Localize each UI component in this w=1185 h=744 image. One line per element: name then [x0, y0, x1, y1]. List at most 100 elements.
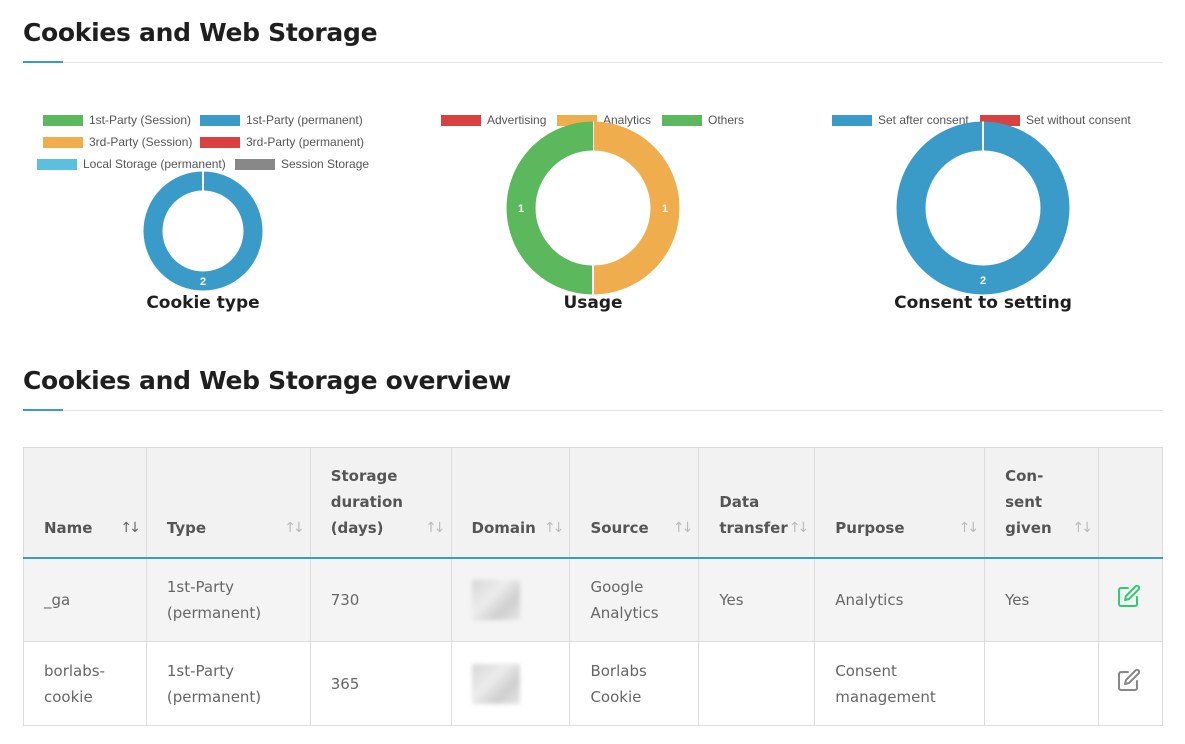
cell-text: Yes [1005, 590, 1030, 609]
cell-source: Borlabs Cookie [569, 641, 700, 726]
section-title-cookies: Cookies and Web Storage [23, 18, 378, 47]
chart-caption-consent: Consent to setting [894, 293, 1072, 313]
header-label: Data [719, 492, 760, 511]
cell-purpose: Consent management [814, 641, 986, 726]
donut-slice [592, 121, 680, 295]
legend-item[interactable]: 1st-Party (permanent) [200, 113, 363, 127]
donut-slice [506, 121, 594, 295]
cell-duration: 730 [309, 557, 452, 642]
legend-swatch [557, 114, 597, 126]
cell-text: 365 [330, 674, 360, 693]
table-row: borlabs- cookie 1st-Party (permanent) 36… [23, 641, 1164, 726]
sort-icon[interactable]: ↑↓ [544, 515, 565, 541]
legend-item[interactable]: Analytics [557, 113, 651, 127]
legend-swatch [441, 114, 481, 126]
cell-actions [1097, 557, 1164, 642]
cell-text: (permanent) [166, 687, 262, 706]
cell-text: _ga [44, 590, 71, 609]
cell-text: 1st-Party [166, 661, 235, 680]
cell-domain [450, 557, 571, 642]
legend-item[interactable]: 3rd-Party (permanent) [200, 135, 364, 149]
header-label: Con- [1005, 466, 1044, 485]
sort-icon[interactable]: ↑↓ [789, 515, 810, 541]
cell-text: Google [590, 577, 644, 596]
sort-icon[interactable]: ↑↓ [1072, 515, 1093, 541]
section-divider [23, 62, 1163, 63]
column-header-name[interactable]: Name ↑↓ [23, 447, 147, 559]
slice-value-label: 1 [518, 203, 524, 215]
legend-swatch [832, 114, 872, 126]
cookies-table: Name ↑↓ Type ↑↓ Storage duration (days) … [23, 447, 1164, 726]
header-label: (days) [330, 518, 384, 537]
cell-text: Analytics [590, 603, 659, 622]
slice-value-label: 2 [980, 275, 986, 287]
legend-label: Set without consent [1026, 113, 1131, 127]
legend-item[interactable]: Advertising [441, 113, 546, 127]
legend-swatch [43, 114, 83, 126]
cell-name: borlabs- cookie [23, 641, 147, 726]
slice-value-label: 2 [200, 276, 206, 288]
legend-swatch [200, 114, 240, 126]
legend-swatch [235, 158, 275, 170]
legend-item[interactable]: 3rd-Party (Session) [43, 135, 192, 149]
cell-text: cookie [44, 687, 93, 706]
cell-text: Consent [835, 661, 897, 680]
column-header-type[interactable]: Type ↑↓ [145, 447, 311, 559]
cell-text: Yes [719, 590, 744, 609]
section-title-overview: Cookies and Web Storage overview [23, 366, 511, 395]
cell-source: Google Analytics [569, 557, 700, 642]
column-header-domain[interactable]: Domain ↑↓ [450, 447, 571, 559]
cell-text: 730 [330, 590, 360, 609]
cell-data-transfer [698, 641, 816, 726]
cell-type: 1st-Party (permanent) [145, 557, 311, 642]
sort-icon[interactable]: ↑↓ [959, 515, 980, 541]
legend-label: 1st-Party (Session) [89, 113, 192, 127]
table-header-row: Name ↑↓ Type ↑↓ Storage duration (days) … [23, 447, 1164, 559]
legend-swatch [980, 114, 1020, 126]
column-header-source[interactable]: Source ↑↓ [569, 447, 700, 559]
cell-text: Borlabs [590, 661, 647, 680]
section-divider-accent [23, 61, 63, 63]
legend-swatch [200, 136, 240, 148]
slice-value-label: 1 [662, 203, 668, 215]
cell-text: Cookie [590, 687, 642, 706]
edit-icon[interactable] [1117, 668, 1141, 692]
redacted-domain [471, 663, 520, 704]
cell-duration: 365 [309, 641, 452, 726]
header-label: sent [1005, 492, 1043, 511]
column-header-storage-duration[interactable]: Storage duration (days) ↑↓ [309, 447, 452, 559]
chart-caption-cookie-type: Cookie type [146, 293, 260, 313]
redacted-domain [471, 579, 520, 620]
header-label: Type [166, 518, 207, 537]
edit-icon[interactable] [1117, 584, 1141, 608]
cell-text: Analytics [835, 590, 904, 609]
legend-label: Advertising [487, 113, 547, 127]
donut-slice [143, 171, 263, 291]
column-header-purpose[interactable]: Purpose ↑↓ [814, 447, 986, 559]
header-label: Name [44, 518, 93, 537]
legend-item[interactable]: 1st-Party (Session) [43, 113, 191, 127]
legend-swatch [37, 158, 77, 170]
legend-item[interactable]: Session Storage [235, 157, 369, 171]
cell-name: _ga [23, 557, 147, 642]
header-label: Source [590, 518, 649, 537]
legend-label: Analytics [603, 113, 652, 127]
cell-consent-given [984, 641, 1099, 726]
legend-item[interactable]: Set after consent [832, 113, 969, 127]
legend-item[interactable]: Set without consent [980, 113, 1131, 127]
cell-text: 1st-Party [166, 577, 235, 596]
header-label: Domain [471, 518, 536, 537]
column-header-actions [1097, 447, 1164, 559]
column-header-data-transfer[interactable]: Data transfer ↑↓ [698, 447, 816, 559]
cell-consent-given: Yes [984, 557, 1099, 642]
sort-icon[interactable]: ↑↓ [673, 515, 694, 541]
legend-item[interactable]: Others [662, 113, 744, 127]
legend-item[interactable]: Local Storage (permanent) [37, 157, 226, 171]
sort-icon[interactable]: ↑↓ [425, 515, 446, 541]
cell-text: borlabs- [44, 661, 105, 680]
sort-icon[interactable]: ↑↓ [284, 515, 305, 541]
column-header-consent-given[interactable]: Con- sent given ↑↓ [984, 447, 1099, 559]
sort-icon[interactable]: ↑↓ [120, 515, 141, 541]
header-label: transfer [719, 518, 788, 537]
section-divider [23, 410, 1163, 411]
